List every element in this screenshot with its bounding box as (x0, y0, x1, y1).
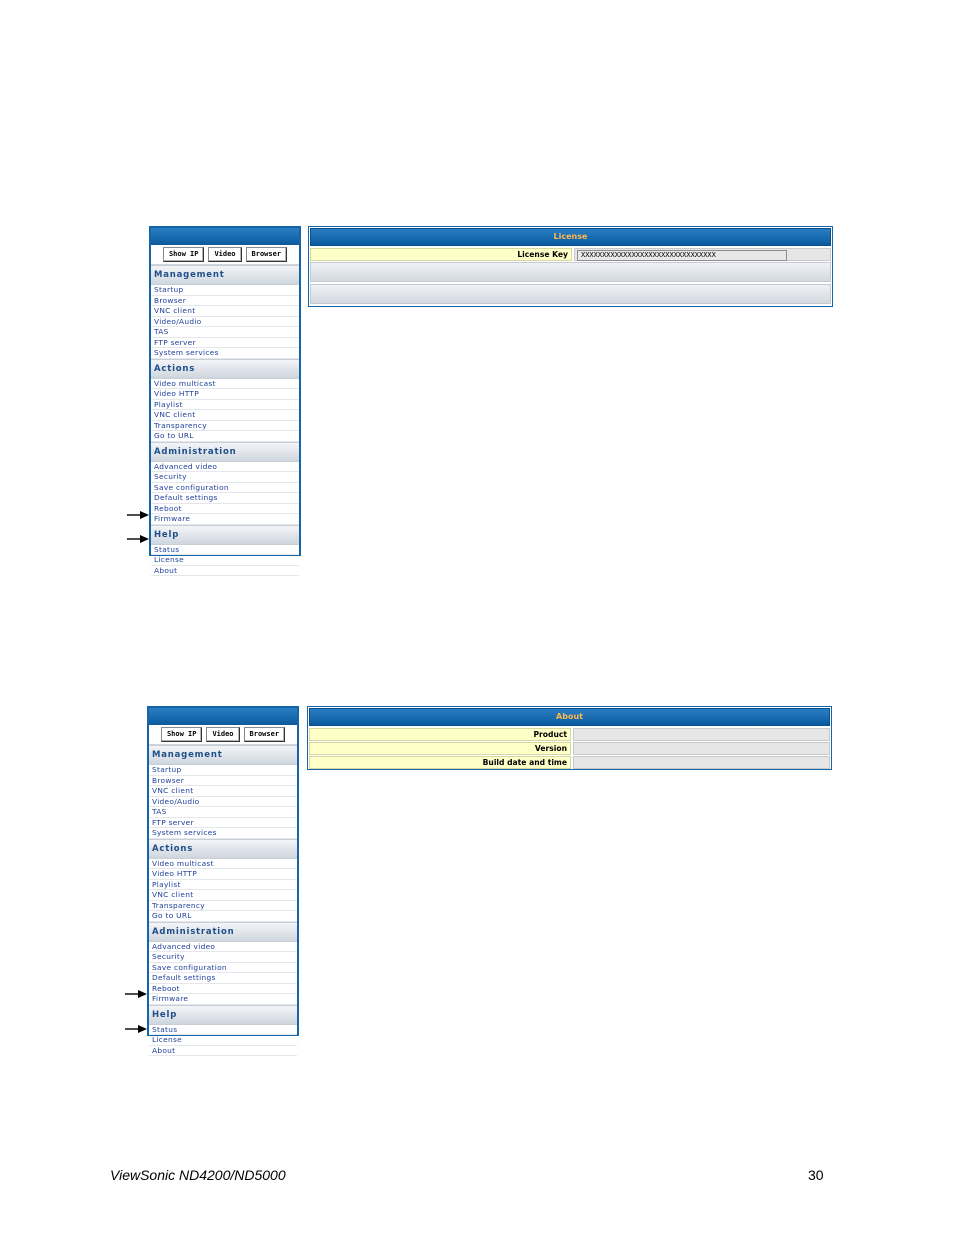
section-administration: Administration (151, 441, 299, 462)
sidebar-button-row: Show IP Video Browser (149, 725, 297, 745)
sidebar-item-about[interactable]: About (151, 566, 299, 576)
about-row-product: Product (309, 728, 830, 741)
sidebar-item-license[interactable]: License (151, 555, 299, 566)
sidebar-item-startup[interactable]: Startup (149, 765, 297, 776)
license-key-label: License Key (310, 248, 572, 261)
sidebar-button-row: Show IP Video Browser (151, 245, 299, 265)
product-label: Product (309, 728, 571, 741)
sidebar-item-video-audio[interactable]: Video/Audio (149, 797, 297, 807)
section-management: Management (149, 745, 297, 765)
sidebar-item-video-multicast[interactable]: Video multicast (151, 379, 299, 389)
license-key-cell: XXXXXXXXXXXXXXXXXXXXXXXXXXXXXXXX (574, 248, 831, 261)
section-administration: Administration (149, 921, 297, 942)
show-ip-button[interactable]: Show IP (160, 727, 203, 742)
sidebar-item-video-audio[interactable]: Video/Audio (151, 317, 299, 327)
section-help: Help (151, 524, 299, 545)
show-ip-button[interactable]: Show IP (162, 247, 205, 262)
sidebar-item-security[interactable]: Security (149, 952, 297, 963)
sidebar-item-video-http[interactable]: Video HTTP (151, 389, 299, 400)
arrow-pointer-icon (127, 511, 149, 519)
footer-product-name: ViewSonic ND4200/ND5000 (110, 1167, 286, 1183)
sidebar-item-go-to-url[interactable]: Go to URL (151, 431, 299, 442)
sidebar-item-vnc-client[interactable]: VNC client (149, 786, 297, 797)
section-management: Management (151, 265, 299, 285)
sidebar-item-tas[interactable]: TAS (149, 807, 297, 818)
sidebar-item-ftp-server[interactable]: FTP server (149, 818, 297, 828)
license-panel: License License Key XXXXXXXXXXXXXXXXXXXX… (308, 226, 833, 307)
license-key-input[interactable]: XXXXXXXXXXXXXXXXXXXXXXXXXXXXXXXX (577, 250, 787, 261)
sidebar-about-screen: Show IP Video Browser Management Startup… (147, 706, 299, 1056)
sidebar-item-browser[interactable]: Browser (149, 776, 297, 786)
version-label: Version (309, 742, 571, 755)
sidebar-item-default-settings[interactable]: Default settings (149, 973, 297, 984)
panel-blank-row (310, 262, 831, 282)
panel-title: License (310, 228, 831, 246)
footer-page-number: 30 (808, 1167, 824, 1183)
sidebar-item-vnc-client-action[interactable]: VNC client (149, 890, 297, 901)
sidebar-header-bar (149, 708, 297, 725)
arrow-pointer-icon (125, 990, 147, 998)
version-value (573, 742, 830, 755)
sidebar-item-firmware[interactable]: Firmware (151, 514, 299, 525)
sidebar-item-security[interactable]: Security (151, 472, 299, 483)
sidebar-item-reboot[interactable]: Reboot (149, 984, 297, 994)
sidebar-item-browser[interactable]: Browser (151, 296, 299, 306)
sidebar-item-default-settings[interactable]: Default settings (151, 493, 299, 504)
sidebar-item-tas[interactable]: TAS (151, 327, 299, 338)
sidebar-item-reboot[interactable]: Reboot (151, 504, 299, 514)
sidebar-license-screen: Show IP Video Browser Management Startup… (149, 226, 301, 576)
sidebar-item-vnc-client-action[interactable]: VNC client (151, 410, 299, 421)
sidebar-item-go-to-url[interactable]: Go to URL (149, 911, 297, 922)
section-actions: Actions (151, 358, 299, 379)
sidebar-item-firmware[interactable]: Firmware (149, 994, 297, 1005)
sidebar-item-startup[interactable]: Startup (151, 285, 299, 296)
section-help: Help (149, 1004, 297, 1025)
panel-blank-row (310, 284, 831, 304)
sidebar-item-status[interactable]: Status (149, 1025, 297, 1035)
build-date-label: Build date and time (309, 756, 571, 769)
sidebar-item-ftp-server[interactable]: FTP server (151, 338, 299, 348)
sidebar-item-video-http[interactable]: Video HTTP (149, 869, 297, 880)
browser-button[interactable]: Browser (245, 247, 288, 262)
sidebar-item-system-services[interactable]: System services (151, 348, 299, 359)
sidebar-item-system-services[interactable]: System services (149, 828, 297, 839)
sidebar-item-about[interactable]: About (149, 1046, 297, 1056)
video-button[interactable]: Video (206, 727, 240, 742)
sidebar-item-transparency[interactable]: Transparency (149, 901, 297, 911)
arrow-pointer-icon (125, 1025, 147, 1033)
build-date-value (573, 756, 830, 769)
sidebar-item-playlist[interactable]: Playlist (151, 400, 299, 410)
product-value (573, 728, 830, 741)
license-key-row: License Key XXXXXXXXXXXXXXXXXXXXXXXXXXXX… (310, 248, 831, 261)
panel-title: About (309, 708, 830, 726)
arrow-pointer-icon (127, 535, 149, 543)
about-panel: About Product Version Build date and tim… (307, 706, 832, 770)
sidebar-item-save-configuration[interactable]: Save configuration (151, 483, 299, 493)
sidebar-item-transparency[interactable]: Transparency (151, 421, 299, 431)
sidebar-item-playlist[interactable]: Playlist (149, 880, 297, 890)
sidebar-item-license[interactable]: License (149, 1035, 297, 1046)
sidebar-item-advanced-video[interactable]: Advanced video (151, 462, 299, 472)
sidebar-item-video-multicast[interactable]: Video multicast (149, 859, 297, 869)
section-actions: Actions (149, 838, 297, 859)
about-row-version: Version (309, 742, 830, 755)
sidebar-item-status[interactable]: Status (151, 545, 299, 555)
sidebar-item-save-configuration[interactable]: Save configuration (149, 963, 297, 973)
sidebar-item-advanced-video[interactable]: Advanced video (149, 942, 297, 952)
sidebar-header-bar (151, 228, 299, 245)
browser-button[interactable]: Browser (243, 727, 286, 742)
about-row-build-date: Build date and time (309, 756, 830, 769)
sidebar-item-vnc-client[interactable]: VNC client (151, 306, 299, 317)
video-button[interactable]: Video (208, 247, 242, 262)
